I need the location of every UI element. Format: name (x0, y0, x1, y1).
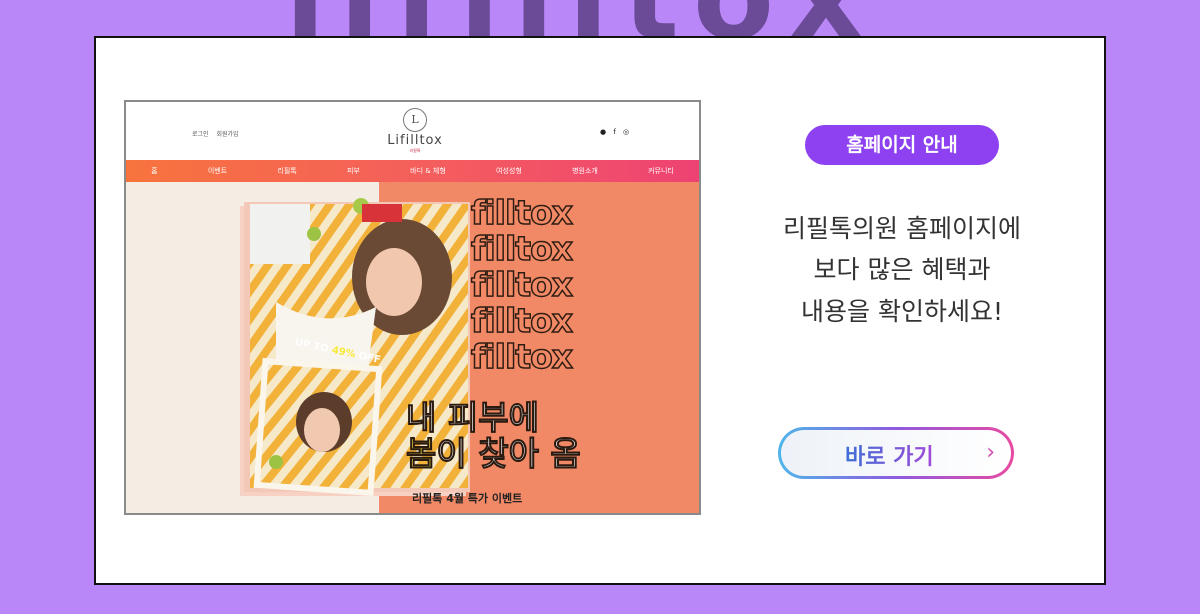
logo-text: Lifilltox (387, 133, 443, 148)
filltox-word: filltox (470, 229, 574, 268)
kakao-icon: ● (600, 128, 607, 136)
signup-link: 회원가입 (216, 131, 239, 138)
filltox-word: filltox (470, 193, 574, 232)
filltox-word: filltox (470, 265, 574, 304)
login-link: 로그인 (192, 131, 209, 138)
site-nav: 홈 이벤트 리필톡 피부 바디 & 체형 여성성형 병원소개 커뮤니티 (126, 160, 699, 182)
homepage-screenshot: 로그인 회원가입 L Lifilltox 리필톡 ● f ◎ 홈 이벤트 리필톡… (124, 100, 701, 515)
filltox-word: filltox (470, 301, 574, 340)
hero-headline: 내 피부에 봄이 찾아 옴 (405, 398, 581, 474)
site-header: 로그인 회원가입 L Lifilltox 리필톡 ● f ◎ (126, 102, 699, 160)
homepage-guide-badge: 홈페이지 안내 (805, 125, 999, 165)
info-card: 로그인 회원가입 L Lifilltox 리필톡 ● f ◎ 홈 이벤트 리필톡… (94, 36, 1106, 585)
nav-item-skin: 피부 (346, 167, 360, 175)
nav-item-lifilltox: 리필톡 (277, 167, 297, 175)
nav-item-female-surgery: 여성성형 (496, 167, 522, 175)
nav-item-community: 커뮤니티 (648, 167, 674, 175)
nav-item-event: 이벤트 (207, 167, 228, 175)
site-top-links: 로그인 회원가입 (192, 129, 245, 138)
logo-sub: 리필톡 (409, 148, 421, 153)
instagram-icon: ◎ (623, 128, 630, 136)
go-now-label: 바로 가기 (845, 439, 934, 471)
social-icons: ● f ◎ (600, 128, 634, 136)
nav-item-about: 병원소개 (572, 167, 598, 175)
hero-banner: filltox filltox filltox filltox filltox … (126, 182, 699, 513)
hero-caption: 리필톡 4월 특가 이벤트 (412, 492, 523, 505)
site-logo: L Lifilltox 리필톡 (370, 108, 460, 156)
guide-description: 리필톡의원 홈페이지에 보다 많은 혜택과 내용을 확인하세요! (783, 214, 1021, 326)
logo-mark: L (403, 108, 427, 132)
filltox-word: filltox (470, 337, 574, 376)
nav-item-body: 바디 & 체형 (410, 167, 446, 175)
nav-item-home: 홈 (151, 167, 158, 175)
chevron-right-icon: › (986, 440, 995, 465)
facebook-icon: f (613, 128, 616, 136)
go-now-button[interactable]: 바로 가기 › (778, 427, 1014, 479)
